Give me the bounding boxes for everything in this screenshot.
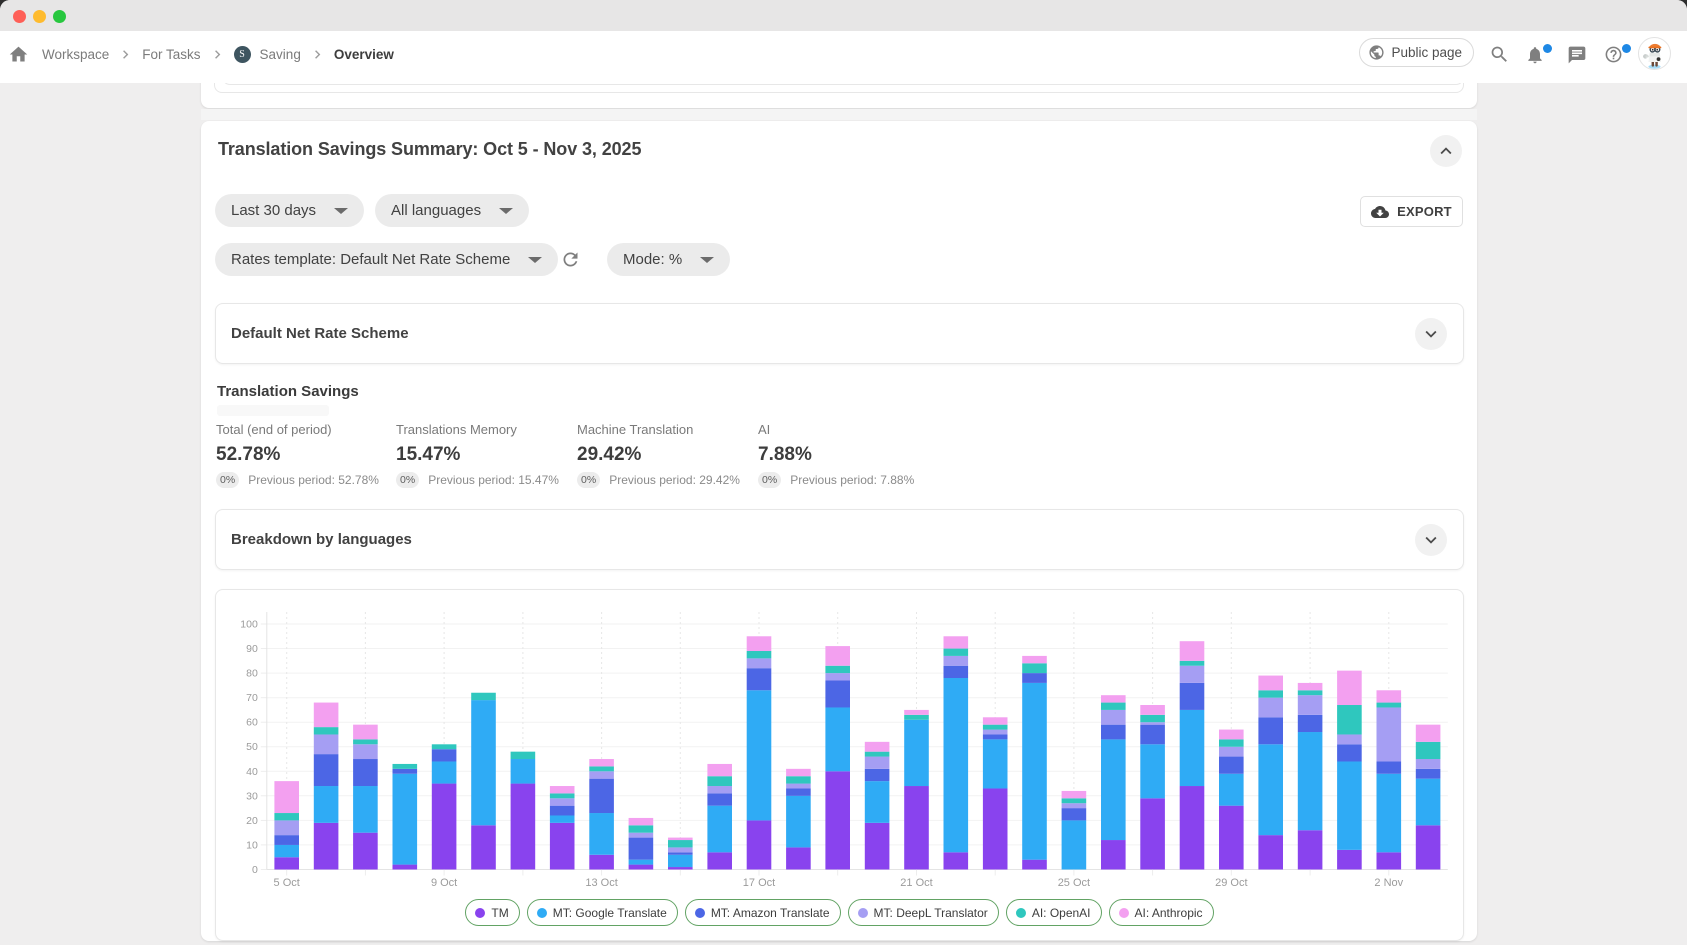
svg-text:50: 50 xyxy=(246,741,258,753)
svg-text:5 Oct: 5 Oct xyxy=(274,877,300,889)
svg-text:25 Oct: 25 Oct xyxy=(1058,877,1090,889)
svg-text:21 Oct: 21 Oct xyxy=(900,877,932,889)
svg-text:20: 20 xyxy=(246,815,258,827)
svg-text:10: 10 xyxy=(246,839,258,851)
svg-text:29 Oct: 29 Oct xyxy=(1215,877,1247,889)
svg-text:2 Nov: 2 Nov xyxy=(1374,877,1403,889)
svg-text:13 Oct: 13 Oct xyxy=(585,877,617,889)
svg-text:60: 60 xyxy=(246,717,258,729)
svg-text:70: 70 xyxy=(246,692,258,704)
svg-text:17 Oct: 17 Oct xyxy=(743,877,775,889)
svg-text:9 Oct: 9 Oct xyxy=(431,877,457,889)
svg-text:30: 30 xyxy=(246,790,258,802)
svg-text:80: 80 xyxy=(246,668,258,680)
svg-text:100: 100 xyxy=(240,619,258,631)
svg-text:90: 90 xyxy=(246,643,258,655)
svg-text:40: 40 xyxy=(246,766,258,778)
svg-text:0: 0 xyxy=(252,864,258,876)
